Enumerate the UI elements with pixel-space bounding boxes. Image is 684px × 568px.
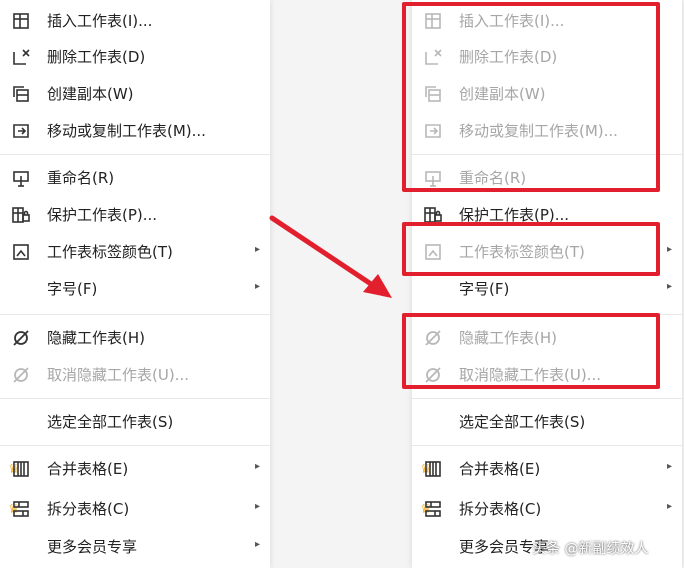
menu-item-unhide-sheet[interactable]: 取消隐藏工作表(U)... — [0, 358, 270, 392]
submenu-arrow: ▸ — [254, 461, 260, 472]
separator — [0, 445, 270, 446]
menu-item-split-table[interactable]: 拆分表格(C) ♛ ▸ — [412, 492, 682, 526]
menu-item-tab-color[interactable]: 工作表标签颜色(T) ▸ — [0, 235, 270, 269]
watermark: 头条 @新副绩效人 — [532, 541, 649, 557]
merge-table-icon — [10, 459, 32, 479]
separator — [412, 398, 682, 399]
menu-item-select-all-sheets[interactable]: 选定全部工作表(S) — [412, 405, 682, 439]
submenu-arrow: ▸ — [254, 281, 260, 292]
menu-item-split-table[interactable]: 拆分表格(C) ♛ ▸ — [0, 492, 270, 526]
highlight-box-hide — [402, 313, 660, 389]
separator — [412, 445, 682, 446]
menu-item-delete-sheet[interactable]: 删除工作表(D) — [0, 40, 270, 74]
copy-sheet-icon — [10, 84, 32, 104]
submenu-arrow: ▸ — [666, 461, 672, 472]
insert-sheet-icon — [10, 11, 32, 31]
submenu-arrow: ▸ — [254, 244, 260, 255]
highlight-box-top — [402, 2, 660, 192]
hide-icon — [10, 328, 32, 348]
unhide-icon — [10, 365, 32, 385]
menu-item-move-copy[interactable]: 移动或复制工作表(M)... — [0, 114, 270, 148]
menu-item-rename[interactable]: 重命名(R) — [0, 161, 270, 195]
split-table-icon — [10, 499, 32, 519]
menu-item-insert-sheet[interactable]: 插入工作表(I)... — [0, 4, 270, 38]
highlight-box-tab-color — [402, 222, 660, 276]
separator — [0, 314, 270, 315]
menu-item-merge-table[interactable]: 合并表格(E) ♛ ▸ — [0, 452, 270, 486]
move-copy-icon — [10, 121, 32, 141]
menu-item-protect-sheet[interactable]: 保护工作表(P)... — [0, 198, 270, 232]
submenu-arrow: ▸ — [666, 281, 672, 292]
split-table-icon — [422, 499, 444, 519]
separator — [0, 154, 270, 155]
menu-item-font-size[interactable]: 字号(F) ▸ — [0, 272, 270, 306]
menu-item-font-size[interactable]: 字号(F) ▸ — [412, 272, 682, 306]
rename-icon — [10, 168, 32, 188]
context-menu-before: 插入工作表(I)... 删除工作表(D) 创建副本(W) 移动或复制工作表(M)… — [0, 0, 270, 568]
protect-sheet-icon — [10, 205, 32, 225]
menu-item-select-all-sheets[interactable]: 选定全部工作表(S) — [0, 405, 270, 439]
menu-item-merge-table[interactable]: 合并表格(E) ♛ ▸ — [412, 452, 682, 486]
menu-item-create-copy[interactable]: 创建副本(W) — [0, 77, 270, 111]
submenu-arrow: ▸ — [254, 539, 260, 550]
submenu-arrow: ▸ — [666, 244, 672, 255]
menu-item-more-vip[interactable]: 更多会员专享 ▸ — [0, 530, 270, 564]
tab-color-icon — [10, 242, 32, 262]
merge-table-icon — [422, 459, 444, 479]
submenu-arrow: ▸ — [666, 501, 672, 512]
transition-arrow — [269, 215, 392, 298]
submenu-arrow: ▸ — [254, 501, 260, 512]
separator — [0, 398, 270, 399]
delete-sheet-icon — [10, 47, 32, 67]
menu-item-hide-sheet[interactable]: 隐藏工作表(H) — [0, 321, 270, 355]
